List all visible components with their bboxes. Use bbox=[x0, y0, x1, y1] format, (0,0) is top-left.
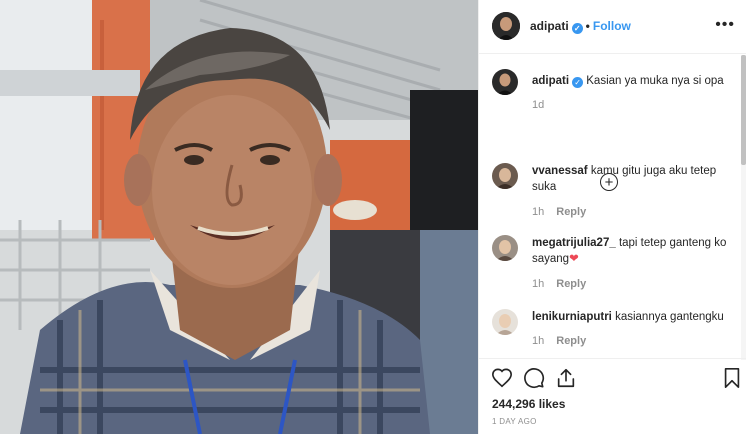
photo-illustration bbox=[0, 0, 478, 434]
comment-meta: 1h Reply bbox=[532, 278, 586, 290]
comment-avatar-image bbox=[492, 235, 518, 261]
verified-icon: ✓ bbox=[572, 77, 584, 88]
comment-age: 1h bbox=[532, 335, 545, 347]
comment-text: megatrijulia27_ tapi tetep ganteng ko sa… bbox=[532, 235, 732, 267]
comment-avatar[interactable] bbox=[492, 163, 518, 189]
reply-button[interactable]: Reply bbox=[556, 335, 586, 347]
comment-meta: 1h Reply bbox=[532, 206, 586, 218]
post-footer: 244,296 likes 1 DAY AGO bbox=[479, 358, 746, 434]
caption-text: adipati ✓ Kasian ya muka nya si opa bbox=[532, 73, 732, 89]
comment-username[interactable]: lenikurniaputri bbox=[532, 311, 612, 323]
heart-emoji: ❤ bbox=[569, 253, 579, 265]
follow-button[interactable]: Follow bbox=[593, 19, 631, 33]
separator-dot: • bbox=[585, 19, 590, 33]
reply-button[interactable]: Reply bbox=[556, 278, 586, 290]
comment-text: lenikurniaputri kasiannya gantengku bbox=[532, 309, 732, 325]
caption-meta: 1d bbox=[532, 99, 544, 111]
post-age: 1 DAY AGO bbox=[492, 417, 537, 426]
comments-scrollbar-thumb[interactable] bbox=[741, 55, 746, 165]
heart-icon-glyph bbox=[492, 368, 512, 388]
post-side-panel: adipati ✓ • Follow ••• adipati ✓ Kasian ya m… bbox=[478, 0, 746, 434]
bookmark-icon-glyph bbox=[724, 368, 740, 388]
author-username[interactable]: adipati bbox=[530, 19, 569, 33]
post-photo[interactable] bbox=[0, 0, 478, 434]
caption-avatar-image bbox=[492, 69, 518, 95]
post-header: adipati ✓ • Follow ••• bbox=[479, 0, 746, 54]
bookmark-icon[interactable] bbox=[721, 367, 745, 391]
likes-count[interactable]: 244,296 likes bbox=[492, 397, 565, 411]
comments-list: adipati✓ Kasian ya muka nya si opa 1d + bbox=[479, 55, 741, 360]
comment-text: vvanessaf kamu gitu juga aku tetep suka bbox=[532, 163, 732, 195]
comment-avatar[interactable] bbox=[492, 309, 518, 335]
share-icon-glyph bbox=[557, 368, 575, 388]
comment-icon[interactable] bbox=[523, 367, 547, 391]
caption-avatar[interactable] bbox=[492, 69, 518, 95]
comment-avatar-image bbox=[492, 309, 518, 335]
author-avatar[interactable] bbox=[492, 12, 520, 40]
caption-username[interactable]: adipati bbox=[532, 75, 569, 87]
author-line: adipati ✓ • Follow bbox=[530, 19, 631, 34]
instagram-post-modal: adipati ✓ • Follow ••• adipati ✓ Kasian ya m… bbox=[0, 0, 746, 434]
more-options-icon[interactable]: ••• bbox=[715, 16, 735, 34]
caption-body: Kasian ya muka nya si opa bbox=[586, 75, 724, 87]
comment-meta: 1h Reply bbox=[532, 335, 586, 347]
comment-age: 1h bbox=[532, 206, 545, 218]
comment-avatar-image bbox=[492, 163, 518, 189]
share-icon[interactable] bbox=[555, 367, 579, 391]
comment-icon-glyph bbox=[524, 368, 545, 389]
caption-age: 1d bbox=[532, 99, 545, 111]
comment-username[interactable]: vvanessaf bbox=[532, 165, 588, 177]
comment-avatar[interactable] bbox=[492, 235, 518, 261]
comment-username[interactable]: megatrijulia27_ bbox=[532, 237, 616, 249]
comment-body: kasiannya gantengku bbox=[615, 311, 724, 323]
heart-icon[interactable] bbox=[491, 367, 515, 391]
author-avatar-image bbox=[492, 12, 520, 40]
verified-icon: ✓ bbox=[571, 23, 583, 34]
reply-button[interactable]: Reply bbox=[556, 206, 586, 218]
comment-age: 1h bbox=[532, 278, 545, 290]
